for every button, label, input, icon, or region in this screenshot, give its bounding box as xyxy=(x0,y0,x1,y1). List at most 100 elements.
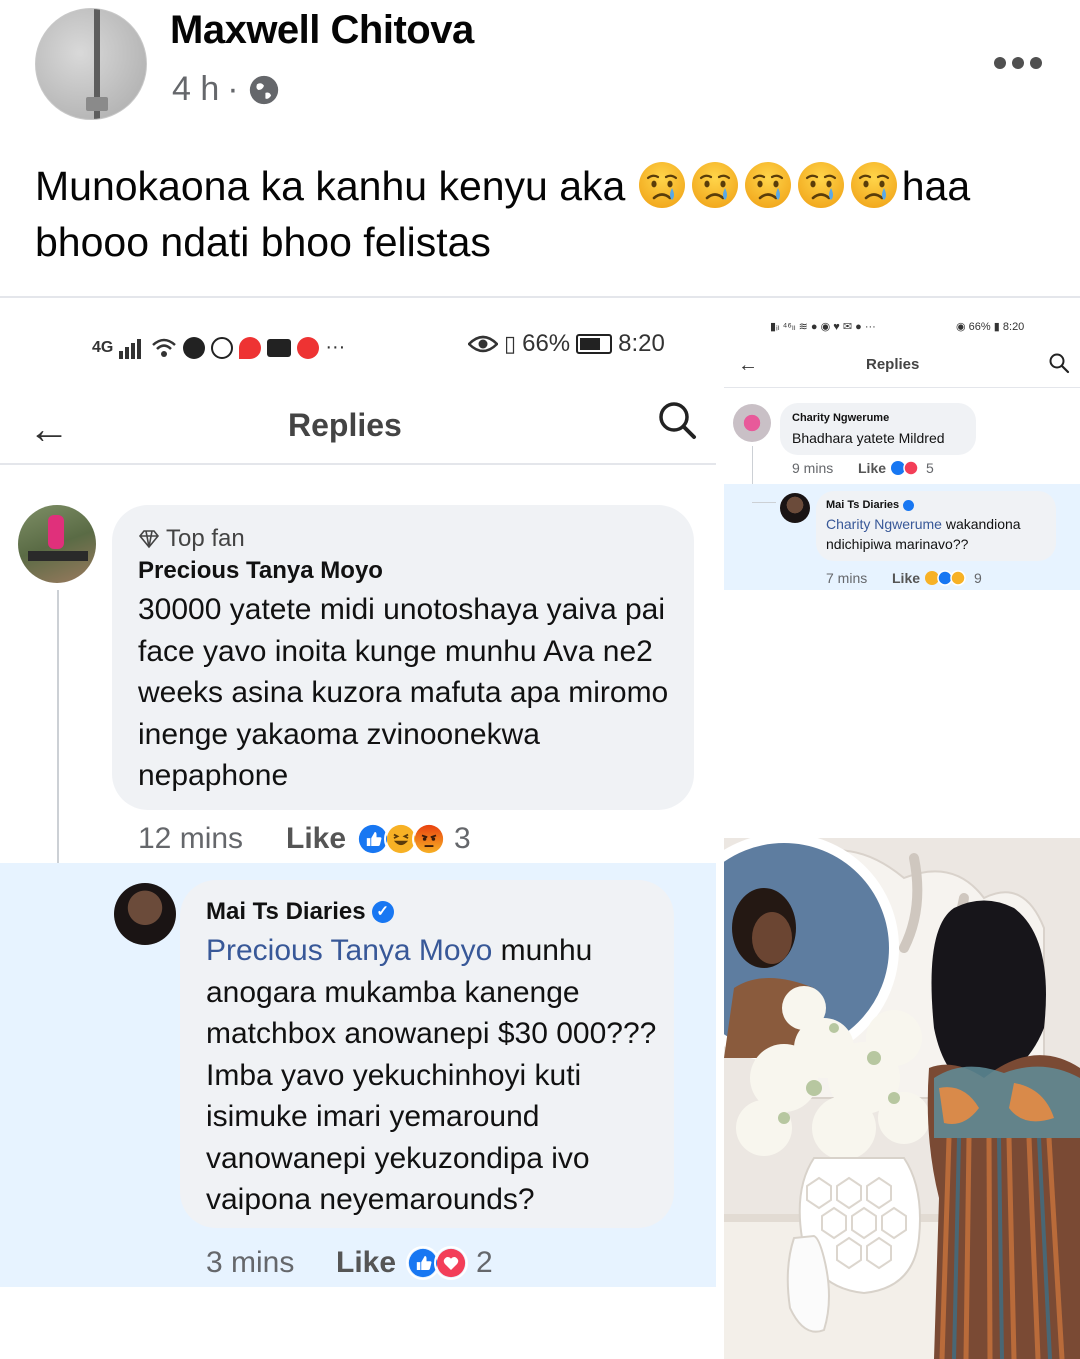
comment-text: Bhadhara yatete Mildred xyxy=(792,430,945,446)
love-reaction-icon xyxy=(434,1246,469,1280)
comment-text: 30000 yatete midi unotoshaya yaiva pai f… xyxy=(138,593,669,792)
author-avatar[interactable] xyxy=(35,8,147,120)
reply-avatar[interactable] xyxy=(780,493,810,523)
wifi-icon xyxy=(152,338,177,357)
post-meta: 4 h · xyxy=(172,70,281,109)
reply-actions: 3 mins Like 2 xyxy=(206,1246,493,1280)
post-photo[interactable] xyxy=(724,838,1080,1359)
top-fan-badge: Top fan xyxy=(138,525,245,553)
status-icons-right: ◉ 66% ▮ 8:20 xyxy=(956,320,1024,333)
network-label: 4G xyxy=(92,338,114,356)
globe-icon xyxy=(249,75,278,104)
reply-author[interactable]: Mai Ts Diaries xyxy=(826,499,915,511)
reply-body: munhu anogara mukamba kanenge matchbox a… xyxy=(206,934,657,1216)
reaction-icons[interactable] xyxy=(890,460,922,476)
vibrate-icon: ▯ xyxy=(504,331,517,356)
app-icon xyxy=(211,336,234,359)
reply-text: Charity Ngwerume wakandiona ndichipiwa m… xyxy=(826,514,1054,554)
reply-bubble[interactable]: Mai Ts Diaries Charity Ngwerume wakandio… xyxy=(816,491,1056,561)
verified-badge-icon xyxy=(903,499,915,511)
back-arrow-icon[interactable]: ← xyxy=(738,354,758,377)
crying-emoji-row xyxy=(637,162,902,209)
reaction-count[interactable]: 3 xyxy=(454,822,471,856)
author-name[interactable]: Maxwell Chitova xyxy=(170,8,474,53)
eye-icon: ◉ xyxy=(956,321,966,333)
reaction-count[interactable]: 5 xyxy=(926,460,934,476)
crying-face-emoji-icon xyxy=(797,162,844,208)
reply-time[interactable]: 7 mins xyxy=(826,570,888,586)
search-icon[interactable] xyxy=(656,399,698,441)
crying-face-emoji-icon xyxy=(744,162,791,208)
replies-header: ← Replies xyxy=(724,348,1080,388)
reply-like-button[interactable]: Like xyxy=(336,1246,396,1280)
reply-like-button[interactable]: Like xyxy=(892,570,920,586)
meta-separator: · xyxy=(227,70,239,108)
reply-author-name: Mai Ts Diaries xyxy=(826,499,900,511)
top-fan-label: Top fan xyxy=(166,525,245,552)
signal-icon xyxy=(119,338,142,359)
reply-reaction-count[interactable]: 9 xyxy=(974,570,982,586)
crying-face-emoji-icon xyxy=(638,162,685,208)
diamond-icon xyxy=(138,530,160,549)
thread-line xyxy=(57,590,59,910)
status-icons-left: 4G ··· xyxy=(92,336,345,359)
more-status-icon: ··· xyxy=(325,336,346,358)
notification-icon xyxy=(297,336,320,359)
post-header: Maxwell Chitova 4 h · xyxy=(0,0,1080,140)
replies-header: ← Replies xyxy=(0,395,716,465)
photo-illustration xyxy=(724,838,1080,1359)
replies-title: Replies xyxy=(288,407,402,443)
reply-actions: 7 mins Like 9 xyxy=(826,570,982,586)
comment-time[interactable]: 12 mins xyxy=(138,822,286,856)
reaction-icons[interactable] xyxy=(356,822,447,856)
commenter-name[interactable]: Charity Ngwerume xyxy=(792,412,889,424)
reply-reaction-icons[interactable] xyxy=(924,570,970,586)
reply-author-name: Mai Ts Diaries xyxy=(206,898,366,925)
reply-time[interactable]: 3 mins xyxy=(206,1246,336,1280)
mention-link[interactable]: Charity Ngwerume xyxy=(826,516,942,532)
avatar-figure xyxy=(48,515,64,549)
mail-icon xyxy=(267,338,292,357)
post-time[interactable]: 4 h xyxy=(172,70,219,109)
reply-bubble[interactable]: Mai Ts Diaries ✓ Precious Tanya Moyo mun… xyxy=(180,880,674,1228)
more-options-button[interactable] xyxy=(988,48,1048,78)
angry-reaction-icon xyxy=(412,822,447,856)
search-icon[interactable] xyxy=(1048,352,1070,374)
location-icon xyxy=(239,336,262,359)
reply-reaction-icons[interactable] xyxy=(406,1246,469,1280)
status-bar: 4G ··· ▯ 66% 8:20 xyxy=(0,330,716,370)
clock: 8:20 xyxy=(1002,321,1025,333)
more-dot xyxy=(1030,57,1042,69)
clock: 8:20 xyxy=(618,330,665,357)
comment-bubble[interactable]: Charity Ngwerume Bhadhara yatete Mildred xyxy=(780,403,976,455)
right-screenshot: ▮ᵢₗ ⁴⁶ₗₗ ≋ ● ◉ ♥ ✉ ● ··· ◉ 66% ▮ 8:20 ← … xyxy=(724,300,1080,590)
mention-link[interactable]: Precious Tanya Moyo xyxy=(206,934,492,967)
more-dot xyxy=(994,57,1006,69)
comment-actions: 12 mins Like 3 xyxy=(138,822,471,856)
commenter-avatar[interactable] xyxy=(18,505,96,583)
commenter-name[interactable]: Precious Tanya Moyo xyxy=(138,557,383,585)
replies-title: Replies xyxy=(866,356,920,373)
like-button[interactable]: Like xyxy=(286,822,346,856)
reply-text: Precious Tanya Moyo munhu anogara mukamb… xyxy=(206,930,666,1221)
like-button[interactable]: Like xyxy=(858,460,886,476)
app-icon xyxy=(183,336,206,359)
thread-elbow xyxy=(752,502,776,503)
left-screenshot: 4G ··· ▯ 66% 8:20 ← Replies Top fan Prec… xyxy=(0,300,716,1290)
back-arrow-icon[interactable]: ← xyxy=(28,405,70,453)
reply-avatar[interactable] xyxy=(114,883,176,945)
comment-actions: 9 mins Like 5 xyxy=(792,460,934,476)
comment-bubble[interactable]: Top fan Precious Tanya Moyo 30000 yatete… xyxy=(112,505,694,810)
reply-reaction-count[interactable]: 2 xyxy=(476,1246,493,1280)
post-divider xyxy=(0,296,1080,298)
status-icons-right: ▯ 66% 8:20 xyxy=(468,330,665,358)
reply-author[interactable]: Mai Ts Diaries ✓ xyxy=(206,898,394,926)
status-icons-left: ▮ᵢₗ ⁴⁶ₗₗ ≋ ● ◉ ♥ ✉ ● ··· xyxy=(770,321,876,333)
avatar-bench xyxy=(28,551,88,561)
crying-face-emoji-icon xyxy=(850,162,897,208)
comment-time[interactable]: 9 mins xyxy=(792,460,854,476)
verified-badge-icon: ✓ xyxy=(371,901,394,923)
commenter-avatar[interactable] xyxy=(733,404,771,442)
battery-icon: ▮ xyxy=(993,321,1000,333)
post-text-part1: Munokaona ka kanhu kenyu aka xyxy=(35,163,637,209)
